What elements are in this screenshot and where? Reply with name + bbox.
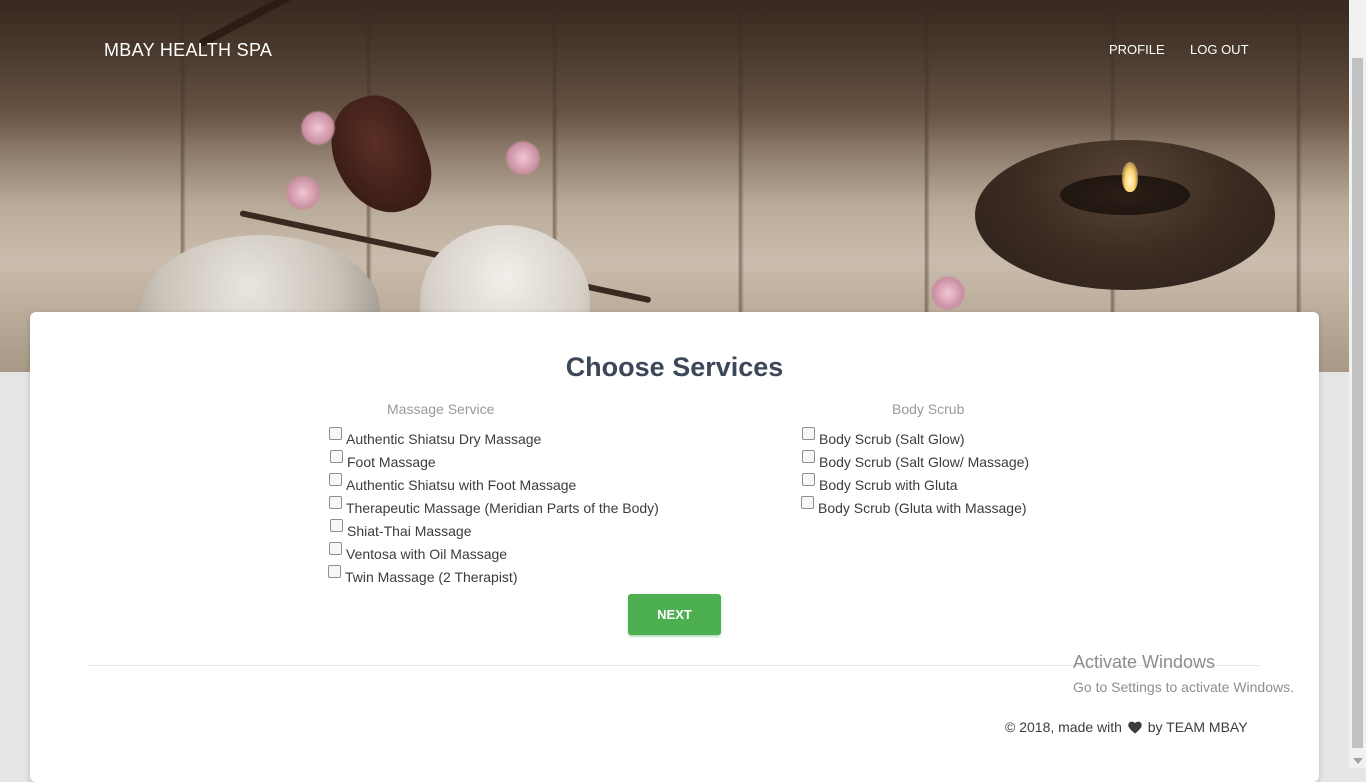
checkbox[interactable] (329, 542, 342, 555)
navbar: MBAY HEALTH SPA PROFILE LOG OUT (0, 0, 1349, 100)
option-label: Authentic Shiatsu Dry Massage (346, 431, 542, 447)
nav-logout-link[interactable]: LOG OUT (1190, 42, 1249, 57)
checkbox[interactable] (802, 427, 815, 440)
option-label: Therapeutic Massage (Meridian Parts of t… (346, 500, 659, 516)
option-label: Authentic Shiatsu with Foot Massage (346, 477, 577, 493)
massage-service-heading: Massage Service (387, 401, 495, 417)
footer-text-after: by TEAM MBAY (1147, 719, 1248, 735)
body-scrub-heading: Body Scrub (892, 401, 965, 417)
candle-flame-icon (1122, 162, 1138, 192)
checkbox[interactable] (329, 473, 342, 486)
flower-decoration (300, 110, 336, 146)
flower-decoration (505, 140, 541, 176)
services-card: Choose Services Massage Service Body Scr… (30, 312, 1319, 782)
vertical-scrollbar[interactable] (1349, 0, 1366, 768)
checkbox[interactable] (328, 565, 341, 578)
brand-logo[interactable]: MBAY HEALTH SPA (104, 40, 272, 61)
watermark-title: Activate Windows (1073, 652, 1216, 672)
option-label: Body Scrub (Gluta with Massage) (818, 500, 1027, 516)
flower-decoration (930, 275, 966, 311)
next-button[interactable]: NEXT (628, 594, 721, 635)
watermark-subtitle: Go to Settings to activate Windows. (1073, 679, 1294, 695)
windows-activation-watermark: Activate Windows Go to Settings to activ… (1073, 652, 1294, 695)
option-label: Body Scrub with Gluta (819, 477, 958, 493)
footer-credit: © 2018, made with by TEAM MBAY (1005, 719, 1248, 737)
nav-profile-link[interactable]: PROFILE (1109, 42, 1165, 57)
flower-decoration (317, 83, 443, 227)
scroll-down-arrow-icon[interactable] (1353, 758, 1363, 764)
option-label: Foot Massage (347, 454, 436, 470)
footer-text-before: © 2018, made with (1005, 719, 1122, 735)
checkbox[interactable] (329, 496, 342, 509)
flower-decoration (285, 175, 321, 211)
scrollbar-thumb[interactable] (1352, 58, 1363, 748)
checkbox[interactable] (801, 496, 814, 509)
checkbox[interactable] (802, 473, 815, 486)
checkbox[interactable] (330, 450, 343, 463)
checkbox[interactable] (329, 427, 342, 440)
checkbox[interactable] (330, 519, 343, 532)
option-label: Shiat-Thai Massage (347, 523, 472, 539)
option-label: Twin Massage (2 Therapist) (345, 569, 518, 585)
page-title: Choose Services (565, 352, 784, 382)
option-label: Ventosa with Oil Massage (346, 546, 508, 562)
heart-icon (1128, 721, 1142, 737)
candle-bowl (975, 140, 1275, 290)
checkbox[interactable] (802, 450, 815, 463)
option-label: Body Scrub (Salt Glow/ Massage) (819, 454, 1030, 470)
option-label: Body Scrub (Salt Glow) (819, 431, 965, 447)
